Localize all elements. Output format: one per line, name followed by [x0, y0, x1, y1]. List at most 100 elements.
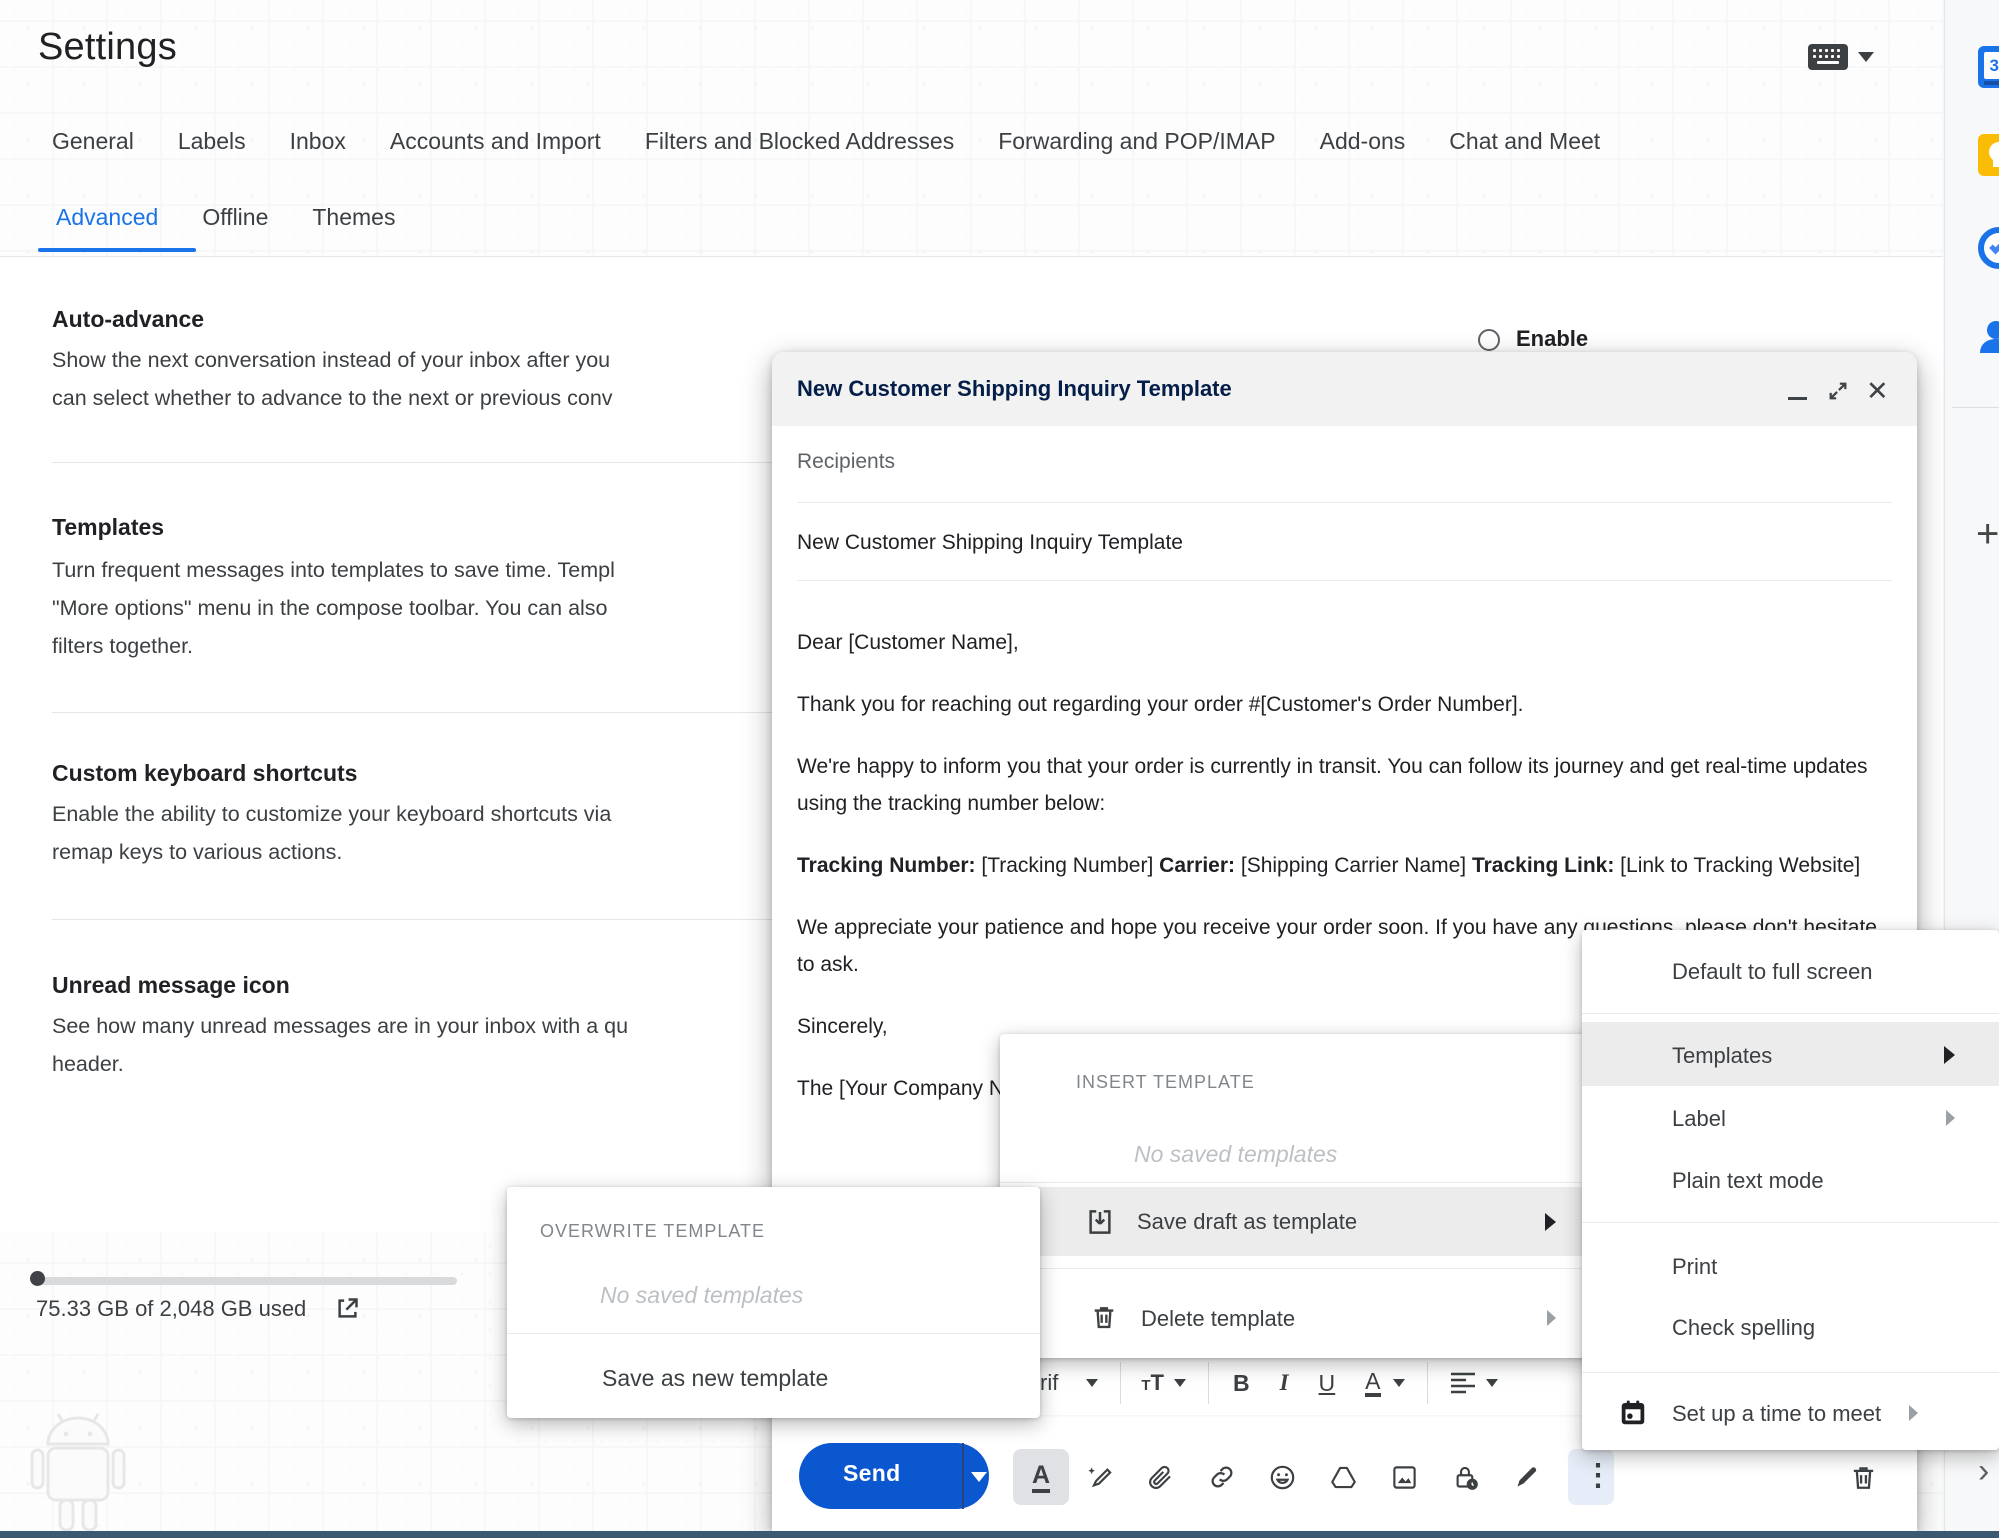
- menu-item-save-as-new-template[interactable]: Save as new template: [602, 1365, 828, 1392]
- menu-item-templates[interactable]: Templates: [1672, 1043, 1772, 1069]
- delete-template-icon: [1090, 1303, 1118, 1331]
- confidential-mode-icon[interactable]: [1435, 1464, 1496, 1491]
- more-options-menu: Default to full screen Templates Label P…: [1582, 930, 1999, 1450]
- tab-offline[interactable]: Offline: [202, 204, 268, 231]
- templates-row-highlight: [1582, 1022, 1999, 1086]
- insert-template-header: INSERT TEMPLATE: [1076, 1072, 1255, 1093]
- save-template-icon: [1085, 1207, 1115, 1237]
- recipients-field[interactable]: Recipients: [797, 450, 895, 474]
- align-icon[interactable]: [1450, 1372, 1476, 1394]
- keyboard-toggle-icon[interactable]: [1808, 44, 1848, 70]
- section-body-templates: Turn frequent messages into templates to…: [52, 551, 615, 665]
- signature-pen-icon[interactable]: [1496, 1464, 1557, 1491]
- keep-app-icon[interactable]: [1978, 134, 1999, 176]
- text-color-caret[interactable]: [1393, 1379, 1405, 1387]
- tab-advanced[interactable]: Advanced: [56, 204, 158, 231]
- submenu-arrow-icon: [1909, 1405, 1918, 1421]
- overwrite-template-header: OVERWRITE TEMPLATE: [540, 1221, 765, 1242]
- drive-icon[interactable]: [1313, 1464, 1374, 1491]
- menu-item-delete-template[interactable]: Delete template: [1141, 1306, 1295, 1332]
- font-family-caret[interactable]: [1086, 1379, 1098, 1387]
- menu-item-print[interactable]: Print: [1672, 1254, 1717, 1280]
- send-options-caret[interactable]: [971, 1472, 987, 1482]
- submenu-arrow-icon: [1547, 1310, 1556, 1326]
- tab-general[interactable]: General: [52, 128, 134, 155]
- section-title-auto-advance: Auto-advance: [52, 306, 204, 333]
- align-caret[interactable]: [1486, 1379, 1498, 1387]
- compose-body-paragraph: Thank you for reaching out regarding you…: [797, 686, 1897, 723]
- expand-icon[interactable]: [1827, 380, 1849, 402]
- field-divider: [797, 580, 1892, 581]
- tab-filters-and-blocked-addresses[interactable]: Filters and Blocked Addresses: [645, 128, 954, 155]
- tab-labels[interactable]: Labels: [178, 128, 246, 155]
- attach-file-icon[interactable]: [1130, 1464, 1191, 1491]
- settings-subtab-row: Advanced Offline Themes: [56, 204, 395, 231]
- font-size-icon[interactable]: TT: [1141, 1370, 1164, 1396]
- bottom-window-edge: [0, 1531, 1999, 1538]
- storage-progress-indicator: [30, 1271, 45, 1286]
- font-family-select[interactable]: rif: [1040, 1370, 1058, 1396]
- menu-item-label[interactable]: Label: [1672, 1106, 1726, 1132]
- formatting-options-icon[interactable]: A: [1013, 1461, 1069, 1494]
- tasks-app-icon[interactable]: [1978, 227, 1999, 269]
- formatting-toolbar: rif TT B I U A: [1000, 1351, 1598, 1415]
- insert-photo-icon[interactable]: [1374, 1464, 1435, 1491]
- compose-body-paragraph: Dear [Customer Name],: [797, 624, 1897, 661]
- menu-item-check-spelling[interactable]: Check spelling: [1672, 1315, 1815, 1341]
- tab-inbox[interactable]: Inbox: [290, 128, 346, 155]
- help-me-write-icon[interactable]: [1069, 1464, 1130, 1491]
- enable-radio[interactable]: [1478, 329, 1500, 351]
- collapse-panel-chevron-icon[interactable]: ›: [1978, 1452, 1989, 1491]
- tab-forwarding-and-pop-imap[interactable]: Forwarding and POP/IMAP: [998, 128, 1275, 155]
- keyboard-dropdown-caret[interactable]: [1858, 52, 1874, 62]
- menu-item-plain-text-mode[interactable]: Plain text mode: [1672, 1168, 1824, 1194]
- header-divider: [0, 256, 1943, 257]
- storage-usage-text: 75.33 GB of 2,048 GB used: [36, 1296, 306, 1322]
- text-color-icon[interactable]: A: [1365, 1370, 1380, 1397]
- tab-accounts-and-import[interactable]: Accounts and Import: [390, 128, 601, 155]
- subject-field[interactable]: New Customer Shipping Inquiry Template: [797, 531, 1183, 555]
- more-send-options-icon[interactable]: ⋮: [1583, 1458, 1613, 1493]
- section-body-auto-advance: Show the next conversation instead of yo…: [52, 341, 613, 417]
- compose-header[interactable]: New Customer Shipping Inquiry Template ✕: [772, 352, 1917, 426]
- gmail-settings-screen: Settings General Labels Inbox Accounts and …: [0, 0, 1999, 1538]
- no-saved-templates-text: No saved templates: [1134, 1141, 1337, 1168]
- menu-item-default-to-full-screen[interactable]: Default to full screen: [1672, 959, 1873, 985]
- minimize-icon[interactable]: [1788, 397, 1807, 400]
- submenu-arrow-icon: [1545, 1213, 1556, 1231]
- bold-icon[interactable]: B: [1233, 1370, 1250, 1397]
- overwrite-template-menu: OVERWRITE TEMPLATE No saved templates Sa…: [507, 1187, 1040, 1418]
- menu-item-set-up-a-time-to-meet[interactable]: Set up a time to meet: [1672, 1401, 1881, 1427]
- close-icon[interactable]: ✕: [1866, 376, 1889, 407]
- font-size-caret[interactable]: [1174, 1379, 1186, 1387]
- italic-icon[interactable]: I: [1280, 1370, 1289, 1396]
- contacts-app-icon[interactable]: [1978, 317, 1999, 359]
- page-title: Settings: [38, 26, 177, 69]
- insert-template-menu: INSERT TEMPLATE No saved templates Save …: [1000, 1034, 1598, 1358]
- tab-chat-and-meet[interactable]: Chat and Meet: [1449, 128, 1600, 155]
- android-wallpaper-doodle: [30, 1402, 126, 1538]
- section-body-unread-icon: See how many unread messages are in your…: [52, 1007, 628, 1083]
- no-saved-templates-text: No saved templates: [600, 1282, 803, 1309]
- submenu-arrow-icon: [1946, 1110, 1955, 1126]
- section-title-templates: Templates: [52, 514, 164, 541]
- tab-themes[interactable]: Themes: [312, 204, 395, 231]
- send-button[interactable]: Send: [799, 1443, 989, 1509]
- tab-add-ons[interactable]: Add-ons: [1320, 128, 1406, 155]
- compose-footer-icons: A: [1013, 1449, 1557, 1505]
- underline-icon[interactable]: U: [1319, 1370, 1336, 1397]
- add-addon-plus-icon[interactable]: +: [1976, 512, 1999, 557]
- section-title-unread-icon: Unread message icon: [52, 972, 290, 999]
- sidebar-divider: [1952, 407, 1999, 408]
- settings-tab-row: General Labels Inbox Accounts and Import Fil…: [52, 128, 1600, 155]
- send-label: Send: [843, 1460, 900, 1487]
- field-divider: [797, 502, 1892, 503]
- insert-emoji-icon[interactable]: [1252, 1464, 1313, 1491]
- calendar-app-icon[interactable]: 31: [1978, 46, 1999, 88]
- section-body-custom-shortcuts: Enable the ability to customize your key…: [52, 795, 611, 871]
- compose-window-title: New Customer Shipping Inquiry Template: [797, 376, 1232, 402]
- menu-item-save-draft-as-template[interactable]: Save draft as template: [1137, 1209, 1357, 1235]
- discard-draft-icon[interactable]: [1849, 1463, 1878, 1492]
- insert-link-icon[interactable]: [1191, 1463, 1252, 1491]
- storage-external-link-icon[interactable]: [334, 1295, 361, 1322]
